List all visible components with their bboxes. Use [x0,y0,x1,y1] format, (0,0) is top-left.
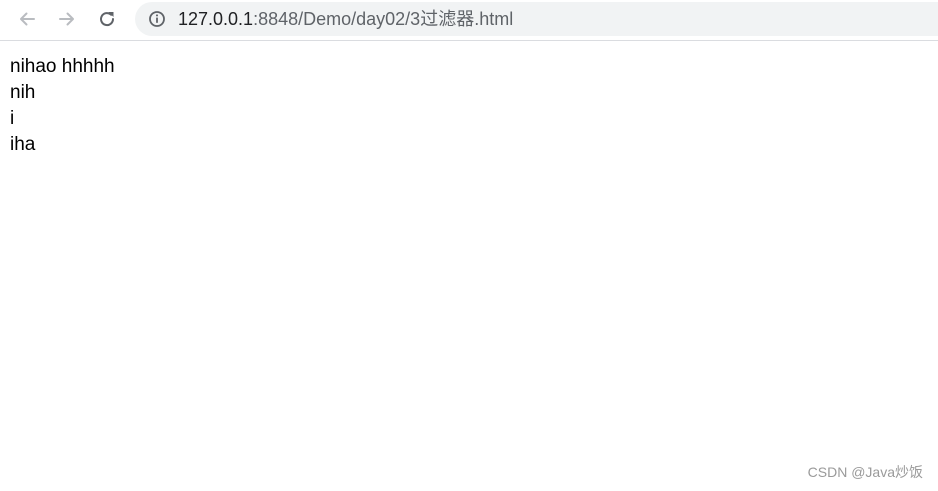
reload-button[interactable] [91,4,123,34]
browser-toolbar: 127.0.0.1:8848/Demo/day02/3过滤器.html [0,0,938,41]
text-line: nih [10,82,36,103]
page-content: nihao hhhhh nih i iha [10,54,115,158]
text-line: iha [10,134,36,155]
forward-button[interactable] [51,4,83,34]
address-bar[interactable]: 127.0.0.1:8848/Demo/day02/3过滤器.html [135,2,938,36]
text-line: i [10,108,15,129]
watermark: CSDN @Java炒饭 [807,464,923,480]
back-arrow-icon [20,12,35,26]
forward-arrow-icon [59,12,74,26]
url-text[interactable]: 127.0.0.1:8848/Demo/day02/3过滤器.html [178,9,513,29]
back-button[interactable] [11,4,43,34]
url-host: 127.0.0.1 [178,9,254,29]
url-path: :8848/Demo/day02/3过滤器.html [253,9,514,29]
text-line: nihao hhhhh [10,56,115,77]
reload-icon [100,12,115,27]
info-icon[interactable] [148,10,166,28]
